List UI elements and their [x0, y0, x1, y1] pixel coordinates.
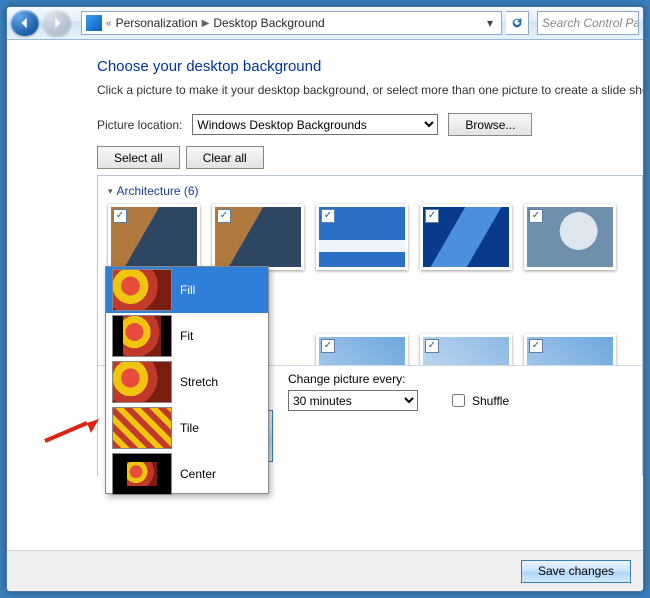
- option-label: Tile: [180, 421, 199, 435]
- shuffle-label: Shuffle: [472, 394, 509, 408]
- checkbox-checked-icon[interactable]: ✓: [425, 209, 439, 223]
- breadcrumb-parent[interactable]: Personalization: [116, 16, 198, 30]
- chevron-right-icon: ▶: [202, 18, 210, 29]
- stretch-preview-icon: [112, 361, 172, 403]
- arrow-right-icon: [50, 16, 64, 30]
- arrow-left-icon: [18, 16, 32, 30]
- browse-button[interactable]: Browse...: [448, 113, 532, 136]
- refresh-button[interactable]: [506, 11, 529, 35]
- group-title: Architecture (6): [117, 184, 199, 198]
- annotation-arrow-icon: [43, 409, 107, 450]
- back-button[interactable]: [11, 10, 39, 36]
- picture-location-label: Picture location:: [97, 118, 182, 132]
- checkbox-checked-icon[interactable]: ✓: [529, 339, 543, 353]
- refresh-icon: [510, 16, 524, 30]
- checkbox-checked-icon[interactable]: ✓: [529, 209, 543, 223]
- picture-location-select[interactable]: Windows Desktop Backgrounds: [192, 114, 438, 135]
- fit-preview-icon: [112, 315, 172, 357]
- wallpaper-thumbnail[interactable]: ✓: [524, 204, 616, 270]
- forward-button: [43, 10, 71, 36]
- fill-preview-icon: [112, 269, 172, 311]
- breadcrumb-current[interactable]: Desktop Background: [213, 16, 324, 30]
- center-preview-icon: [112, 453, 172, 495]
- option-label: Fill: [180, 283, 195, 297]
- chevron-left-icon: «: [106, 18, 112, 29]
- option-label: Center: [180, 467, 216, 481]
- address-bar: « Personalization ▶ Desktop Background ▾…: [7, 7, 643, 40]
- picture-position-dropdown-list[interactable]: Fill Fit Stretch Tile Center: [105, 266, 269, 494]
- dialog-footer: Save changes: [7, 550, 643, 591]
- wallpaper-thumbnail[interactable]: ✓: [212, 204, 304, 270]
- position-option-tile[interactable]: Tile: [106, 405, 268, 451]
- option-label: Stretch: [180, 375, 218, 389]
- shuffle-input[interactable]: [452, 394, 465, 407]
- address-dropdown-icon[interactable]: ▾: [483, 14, 497, 32]
- checkbox-checked-icon[interactable]: ✓: [113, 209, 127, 223]
- control-panel-icon: [86, 15, 102, 31]
- shuffle-checkbox[interactable]: Shuffle: [448, 391, 509, 410]
- position-option-fill[interactable]: Fill: [106, 267, 268, 313]
- checkbox-checked-icon[interactable]: ✓: [321, 339, 335, 353]
- content-area: Choose your desktop background Click a p…: [7, 40, 643, 550]
- breadcrumb[interactable]: « Personalization ▶ Desktop Background ▾: [81, 11, 502, 35]
- group-header[interactable]: ▾ Architecture (6): [108, 184, 632, 198]
- position-option-center[interactable]: Center: [106, 451, 268, 497]
- tile-preview-icon: [112, 407, 172, 449]
- checkbox-checked-icon[interactable]: ✓: [321, 209, 335, 223]
- change-every-select[interactable]: 30 minutes: [288, 390, 418, 411]
- wallpaper-thumbnail[interactable]: ✓: [316, 204, 408, 270]
- option-label: Fit: [180, 329, 193, 343]
- clear-all-button[interactable]: Clear all: [186, 146, 264, 169]
- position-option-stretch[interactable]: Stretch: [106, 359, 268, 405]
- save-changes-button[interactable]: Save changes: [521, 560, 631, 583]
- page-subtitle: Click a picture to make it your desktop …: [97, 83, 643, 97]
- checkbox-checked-icon[interactable]: ✓: [425, 339, 439, 353]
- position-option-fit[interactable]: Fit: [106, 313, 268, 359]
- change-every-label: Change picture every:: [288, 372, 509, 386]
- checkbox-checked-icon[interactable]: ✓: [217, 209, 231, 223]
- search-input[interactable]: Search Control Pa: [537, 11, 639, 35]
- select-all-button[interactable]: Select all: [97, 146, 180, 169]
- wallpaper-thumbnail[interactable]: ✓: [108, 204, 200, 270]
- collapse-icon: ▾: [108, 186, 113, 197]
- wallpaper-thumbnail[interactable]: ✓: [420, 204, 512, 270]
- page-title: Choose your desktop background: [97, 58, 643, 75]
